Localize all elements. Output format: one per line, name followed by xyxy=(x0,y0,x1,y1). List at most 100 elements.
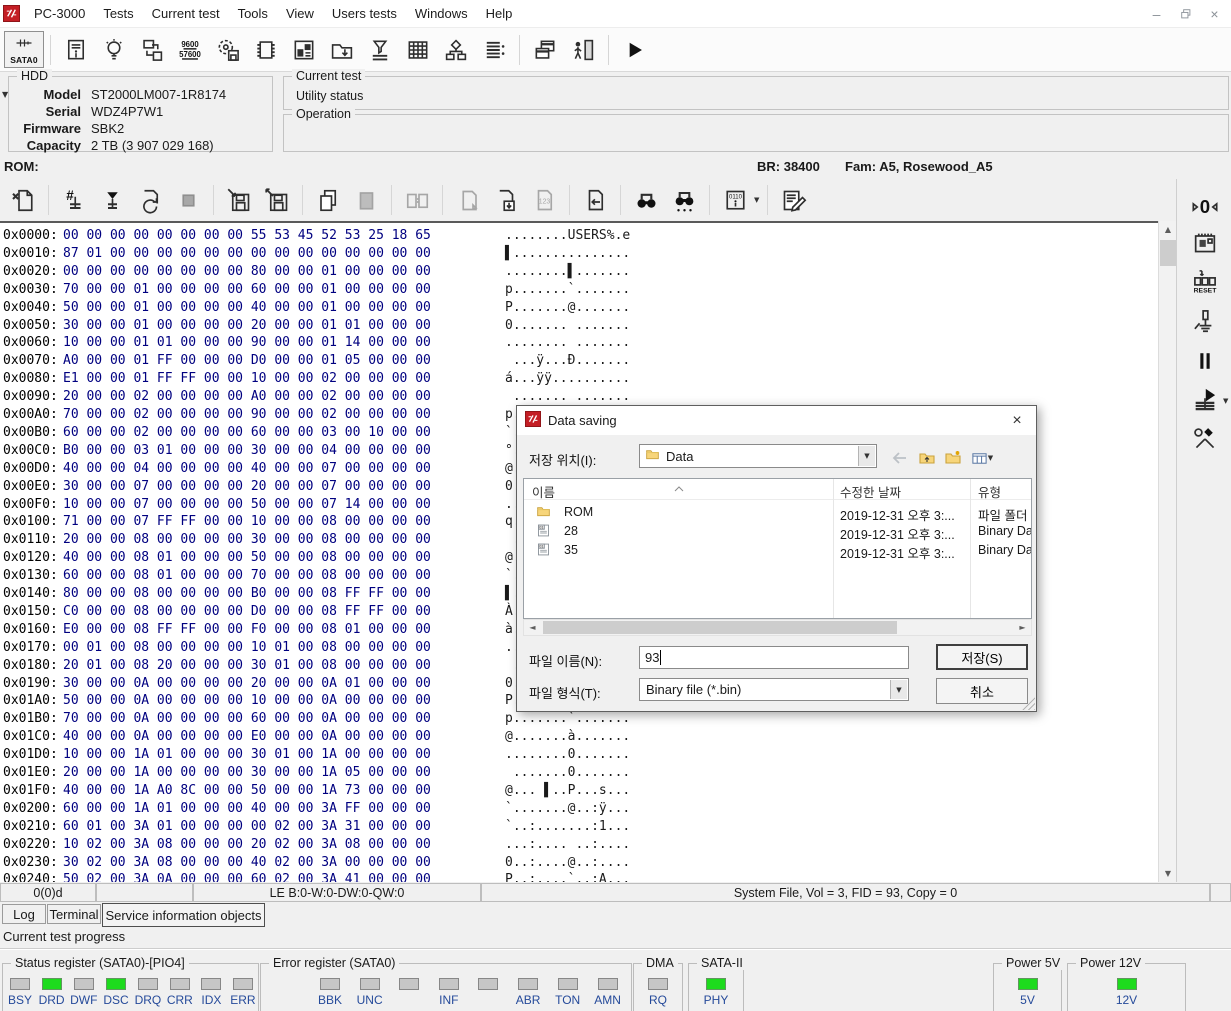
stop-button[interactable] xyxy=(171,183,205,217)
chip-button[interactable] xyxy=(249,33,283,67)
hex-bytes[interactable]: 70 00 00 02 00 00 00 00 90 00 00 02 00 0… xyxy=(63,406,431,424)
exit-button[interactable] xyxy=(566,33,600,67)
hex-bytes[interactable]: 20 00 00 02 00 00 00 00 A0 00 00 02 00 0… xyxy=(63,388,431,406)
dropdown-icon[interactable]: ▼ xyxy=(754,196,759,204)
hex-ascii[interactable]: ........USERS%.e xyxy=(505,227,630,245)
scroll-down-icon[interactable]: ▼ xyxy=(1159,865,1177,882)
log-script-button[interactable]: 0110 xyxy=(718,183,752,217)
copy-solid-button[interactable] xyxy=(349,183,383,217)
resources-button[interactable] xyxy=(287,33,321,67)
service-tools-button[interactable] xyxy=(1186,421,1224,457)
menu-pc-3000[interactable]: PC-3000 xyxy=(25,0,94,27)
hash-filter-button[interactable]: # xyxy=(57,183,91,217)
hex-ascii[interactable]: ....... ....... xyxy=(505,388,630,406)
column-header-0[interactable]: 이름 xyxy=(532,482,555,501)
hex-ascii[interactable]: 0....... ....... xyxy=(505,317,630,335)
script-list-button[interactable] xyxy=(477,33,511,67)
sector-map-button[interactable] xyxy=(401,33,435,67)
menu-help[interactable]: Help xyxy=(477,0,522,27)
hex-bytes[interactable]: 10 00 00 01 01 00 00 00 90 00 00 01 14 0… xyxy=(63,334,431,352)
tri-filter-button[interactable] xyxy=(95,183,129,217)
pause-button[interactable] xyxy=(1186,343,1224,379)
hex-bytes[interactable]: 60 00 00 02 00 00 00 00 60 00 00 03 00 1… xyxy=(63,424,431,442)
save-button[interactable]: 저장(S) xyxy=(936,644,1028,670)
hex-bytes[interactable]: 10 00 00 1A 01 00 00 00 30 01 00 1A 00 0… xyxy=(63,746,431,764)
combo-dropdown-icon[interactable]: ▼ xyxy=(858,446,875,466)
hex-ascii[interactable]: ...:.... ..:.... xyxy=(505,836,630,854)
hex-bytes[interactable]: 10 02 00 3A 08 00 00 00 20 02 00 3A 08 0… xyxy=(63,836,431,854)
menu-view[interactable]: View xyxy=(277,0,323,27)
hex-bytes[interactable]: 60 00 00 08 01 00 00 00 70 00 00 08 00 0… xyxy=(63,567,431,585)
tasks-folder-button[interactable] xyxy=(325,33,359,67)
scroll-right-icon[interactable]: ► xyxy=(1014,620,1031,635)
hex-ascii[interactable]: P..:....`..:A... xyxy=(505,871,630,882)
hex-ascii[interactable]: `..:.......:1... xyxy=(505,818,630,836)
dialog-title-bar[interactable]: Data saving xyxy=(517,406,1036,435)
hex-bytes[interactable]: 80 00 00 08 00 00 00 00 B0 00 00 08 FF F… xyxy=(63,585,431,603)
hex-bytes[interactable]: 87 01 00 00 00 00 00 00 00 00 00 00 00 0… xyxy=(63,245,431,263)
doc-refresh-button[interactable] xyxy=(133,183,167,217)
view-menu-button[interactable]: ▼ xyxy=(967,446,999,470)
combo-dropdown-icon[interactable]: ▼ xyxy=(890,680,907,699)
hex-bytes[interactable]: 30 00 00 0A 00 00 00 00 20 00 00 0A 01 0… xyxy=(63,675,431,693)
hex-bytes[interactable]: 60 00 00 1A 01 00 00 00 40 00 00 3A FF 0… xyxy=(63,800,431,818)
app-logo-icon[interactable] xyxy=(3,5,20,22)
find-button[interactable] xyxy=(629,183,663,217)
hex-bytes[interactable]: 70 00 00 01 00 00 00 00 60 00 00 01 00 0… xyxy=(63,281,431,299)
file-row-rom[interactable]: ROM 2019-12-31 오후 3:... 파일 폴더 xyxy=(524,503,1031,523)
hex-ascii[interactable]: `.......@..:ÿ... xyxy=(505,800,630,818)
port-exchange-button[interactable] xyxy=(135,33,169,67)
hex-bytes[interactable]: 40 00 00 0A 00 00 00 00 E0 00 00 0A 00 0… xyxy=(63,728,431,746)
hex-ascii[interactable]: P.......@....... xyxy=(505,299,630,317)
restore-button[interactable] xyxy=(1171,2,1200,25)
run-button[interactable] xyxy=(617,33,651,67)
hex-vertical-scrollbar[interactable]: ▲ ▼ xyxy=(1158,221,1177,882)
hex-ascii[interactable]: p.......`....... xyxy=(505,710,630,728)
dropdown-icon[interactable]: ▼ xyxy=(1223,397,1228,405)
start-filter-button[interactable] xyxy=(1186,381,1224,417)
cascade-windows-button[interactable] xyxy=(528,33,562,67)
menu-windows[interactable]: Windows xyxy=(406,0,477,27)
marker-zero-button[interactable]: 0 xyxy=(1186,189,1224,225)
hex-ascii[interactable]: ▌............... xyxy=(505,245,630,263)
menu-users-tests[interactable]: Users tests xyxy=(323,0,406,27)
hex-bytes[interactable]: 50 02 00 3A 0A 00 00 00 60 02 00 3A 41 0… xyxy=(63,871,431,882)
hex-bytes[interactable]: 20 00 00 1A 00 00 00 00 30 00 00 1A 05 0… xyxy=(63,764,431,782)
paste-button[interactable] xyxy=(451,183,485,217)
hex-ascii[interactable]: @... ▌..P...s... xyxy=(505,782,630,800)
scheme-button[interactable] xyxy=(439,33,473,67)
menu-tests[interactable]: Tests xyxy=(94,0,142,27)
reset-button[interactable]: RESET xyxy=(1186,263,1224,299)
hex-ascii[interactable]: á...ÿÿ.......... xyxy=(505,370,630,388)
hex-bytes[interactable]: 70 00 00 0A 00 00 00 00 60 00 00 0A 00 0… xyxy=(63,710,431,728)
tab-service-information-objects[interactable]: Service information objects xyxy=(102,903,265,927)
scroll-left-icon[interactable]: ◄ xyxy=(524,620,541,635)
close-button[interactable]: × xyxy=(1200,2,1229,25)
scroll-up-icon[interactable]: ▲ xyxy=(1159,221,1177,238)
tab-log[interactable]: Log xyxy=(2,904,46,924)
menu-current-test[interactable]: Current test xyxy=(143,0,229,27)
scrollbar-thumb[interactable] xyxy=(543,621,897,634)
hex-bytes[interactable]: 50 00 00 0A 00 00 00 00 10 00 00 0A 00 0… xyxy=(63,692,431,710)
hex-bytes[interactable]: A0 00 00 01 FF 00 00 00 D0 00 00 01 05 0… xyxy=(63,352,431,370)
hex-bytes[interactable]: 71 00 00 07 FF FF 00 00 10 00 00 08 00 0… xyxy=(63,513,431,531)
column-header-2[interactable]: 유형 xyxy=(978,482,1001,501)
hex-ascii[interactable]: 0..:....@..:.... xyxy=(505,854,630,872)
utility-save-button[interactable] xyxy=(211,33,245,67)
hex-bytes[interactable]: 20 01 00 08 20 00 00 00 30 01 00 08 00 0… xyxy=(63,657,431,675)
hex-bytes[interactable]: 00 01 00 08 00 00 00 00 10 01 00 08 00 0… xyxy=(63,639,431,657)
hex-bytes[interactable]: C0 00 00 08 00 00 00 00 D0 00 00 08 FF F… xyxy=(63,603,431,621)
hex-bytes[interactable]: 00 00 00 00 00 00 00 00 55 53 45 52 53 2… xyxy=(63,227,431,245)
hex-ascii[interactable]: .......0....... xyxy=(505,764,630,782)
doc-return-button[interactable] xyxy=(578,183,612,217)
hex-bytes[interactable]: 30 02 00 3A 08 00 00 00 40 02 00 3A 00 0… xyxy=(63,854,431,872)
hex-ascii[interactable]: ........0....... xyxy=(505,746,630,764)
file-row-35[interactable]: 01 35 2019-12-31 오후 3:... Binary Dat xyxy=(524,541,1031,561)
back-button[interactable] xyxy=(887,446,911,470)
hex-bytes[interactable]: 50 00 00 01 00 00 00 00 40 00 00 01 00 0… xyxy=(63,299,431,317)
board-chip-button[interactable] xyxy=(1186,225,1224,261)
file-list-hscrollbar[interactable]: ◄ ► xyxy=(523,619,1032,636)
save-in-combobox[interactable]: Data ▼ xyxy=(639,444,877,468)
sata0-port-button[interactable]: SATA0 xyxy=(4,31,44,68)
lamp-button[interactable] xyxy=(97,33,131,67)
